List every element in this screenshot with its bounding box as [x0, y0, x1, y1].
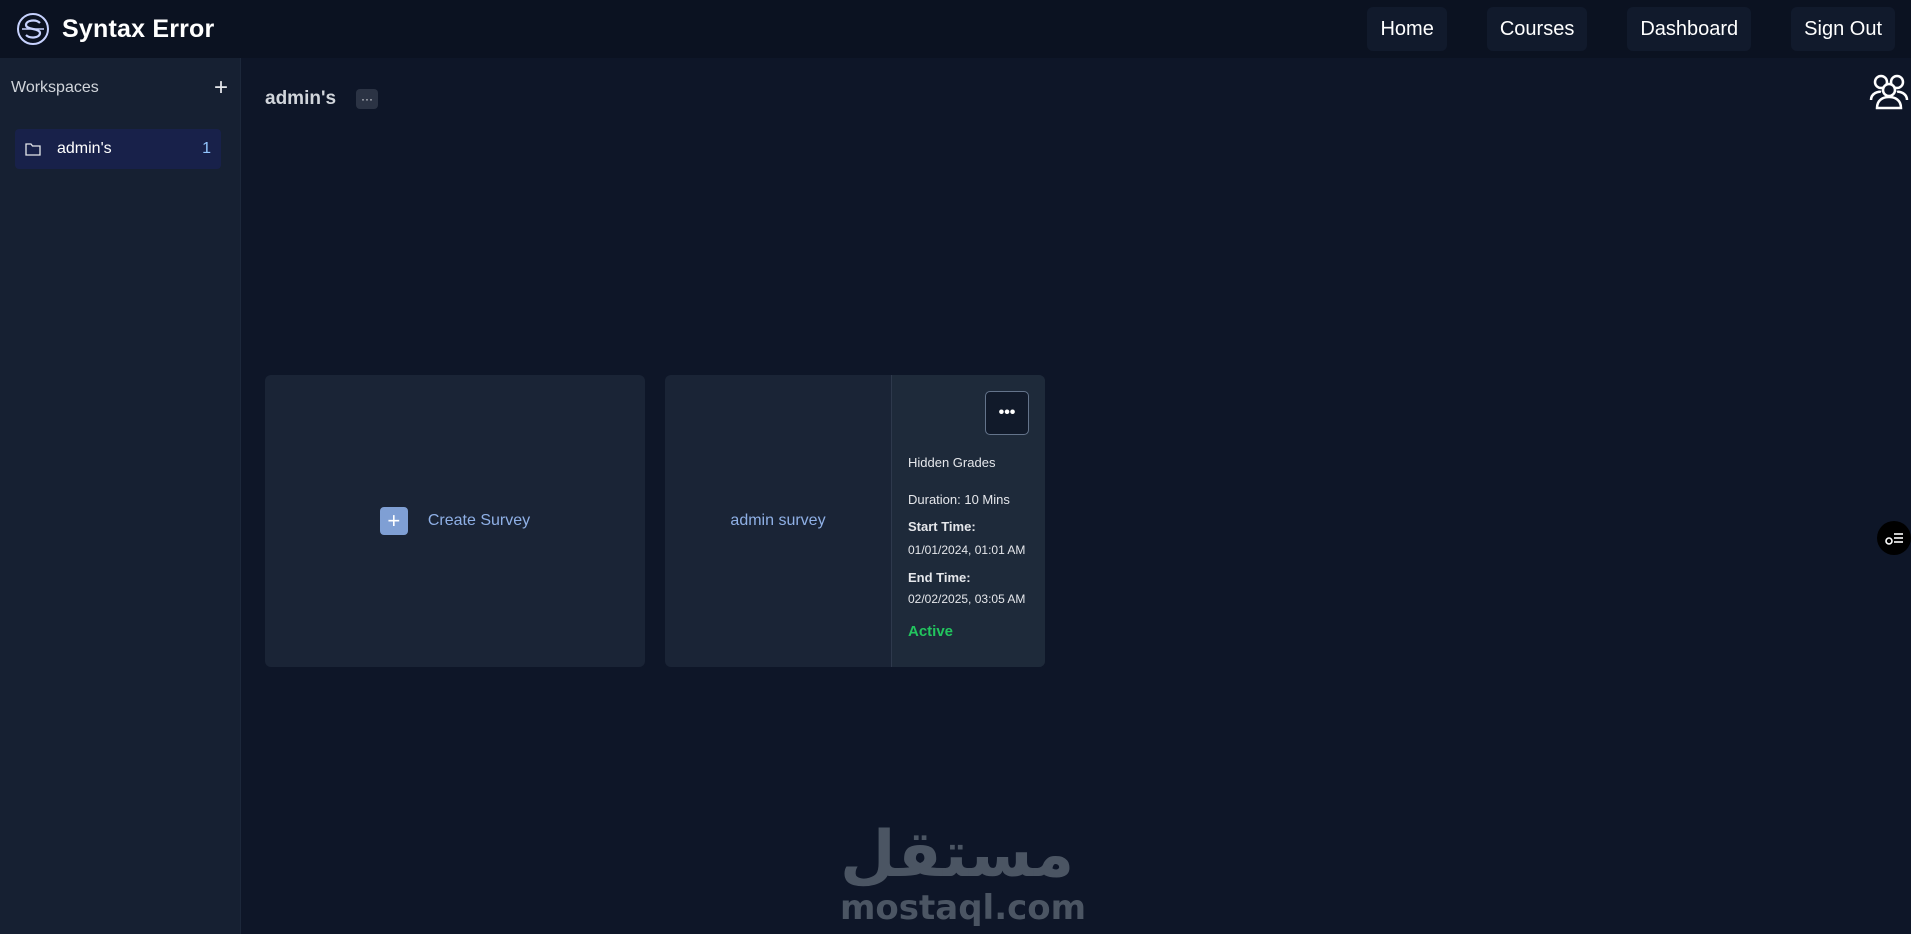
workspace-heading: admin's ···: [265, 88, 379, 110]
workspace-sidebar: Workspaces + admin's 1: [0, 58, 241, 934]
page-title: admin's: [265, 88, 337, 109]
end-time-label: End Time:: [908, 570, 971, 585]
workspaces-title: Workspaces: [11, 79, 99, 96]
brand[interactable]: Syntax Error: [16, 12, 214, 46]
watermark-latin: mostaql.com: [840, 888, 1087, 928]
main-content: admin's ··· + Create Survey admin survey…: [242, 58, 1911, 934]
watermark: مستقل mostaql.com: [840, 818, 1087, 928]
workspaces-header: Workspaces +: [0, 58, 240, 118]
sliders-icon: [1885, 533, 1903, 545]
survey-info: Hidden Grades Duration: 10 Mins Start Ti…: [908, 455, 1028, 640]
create-survey-label: Create Survey: [427, 512, 531, 529]
survey-details: ••• Hidden Grades Duration: 10 Mins Star…: [892, 375, 1045, 667]
brand-name: Syntax Error: [62, 14, 215, 43]
add-workspace-button[interactable]: +: [214, 76, 228, 100]
plus-icon: +: [379, 507, 408, 535]
start-time-value: 01/01/2024, 01:01 AM: [908, 543, 1026, 557]
main-nav: Home Courses Dashboard Sign Out: [1367, 7, 1895, 51]
sidebar-item-count: 1: [202, 140, 211, 157]
end-time-value: 02/02/2025, 03:05 AM: [908, 592, 1026, 606]
survey-duration: Duration: 10 Mins: [908, 492, 1010, 507]
nav-dashboard-button[interactable]: Dashboard: [1627, 7, 1752, 51]
nav-courses-button[interactable]: Courses: [1486, 7, 1588, 51]
workspace-options-button[interactable]: ···: [356, 89, 379, 109]
settings-toggle-icon[interactable]: [1877, 521, 1911, 555]
survey-options-button[interactable]: •••: [985, 391, 1029, 435]
create-survey-card[interactable]: + Create Survey: [265, 375, 645, 667]
survey-open-area[interactable]: admin survey: [665, 375, 892, 667]
survey-card: admin survey ••• Hidden Grades Duration:…: [665, 375, 1045, 667]
start-time-label: Start Time:: [908, 519, 976, 534]
status-badge: Active: [908, 623, 954, 640]
sign-out-button[interactable]: Sign Out: [1791, 7, 1895, 51]
users-icon[interactable]: [1867, 68, 1911, 112]
grades-visibility: Hidden Grades: [908, 455, 996, 470]
top-navbar: Syntax Error Home Courses Dashboard Sign…: [0, 0, 1911, 58]
survey-name: admin survey: [730, 512, 826, 529]
nav-home-button[interactable]: Home: [1367, 7, 1447, 51]
sidebar-item-admins[interactable]: admin's 1: [15, 129, 221, 169]
watermark-arabic: مستقل: [840, 818, 1075, 892]
sidebar-item-label: admin's: [57, 140, 112, 157]
logo-icon: [17, 13, 49, 45]
folder-icon: [25, 143, 41, 156]
